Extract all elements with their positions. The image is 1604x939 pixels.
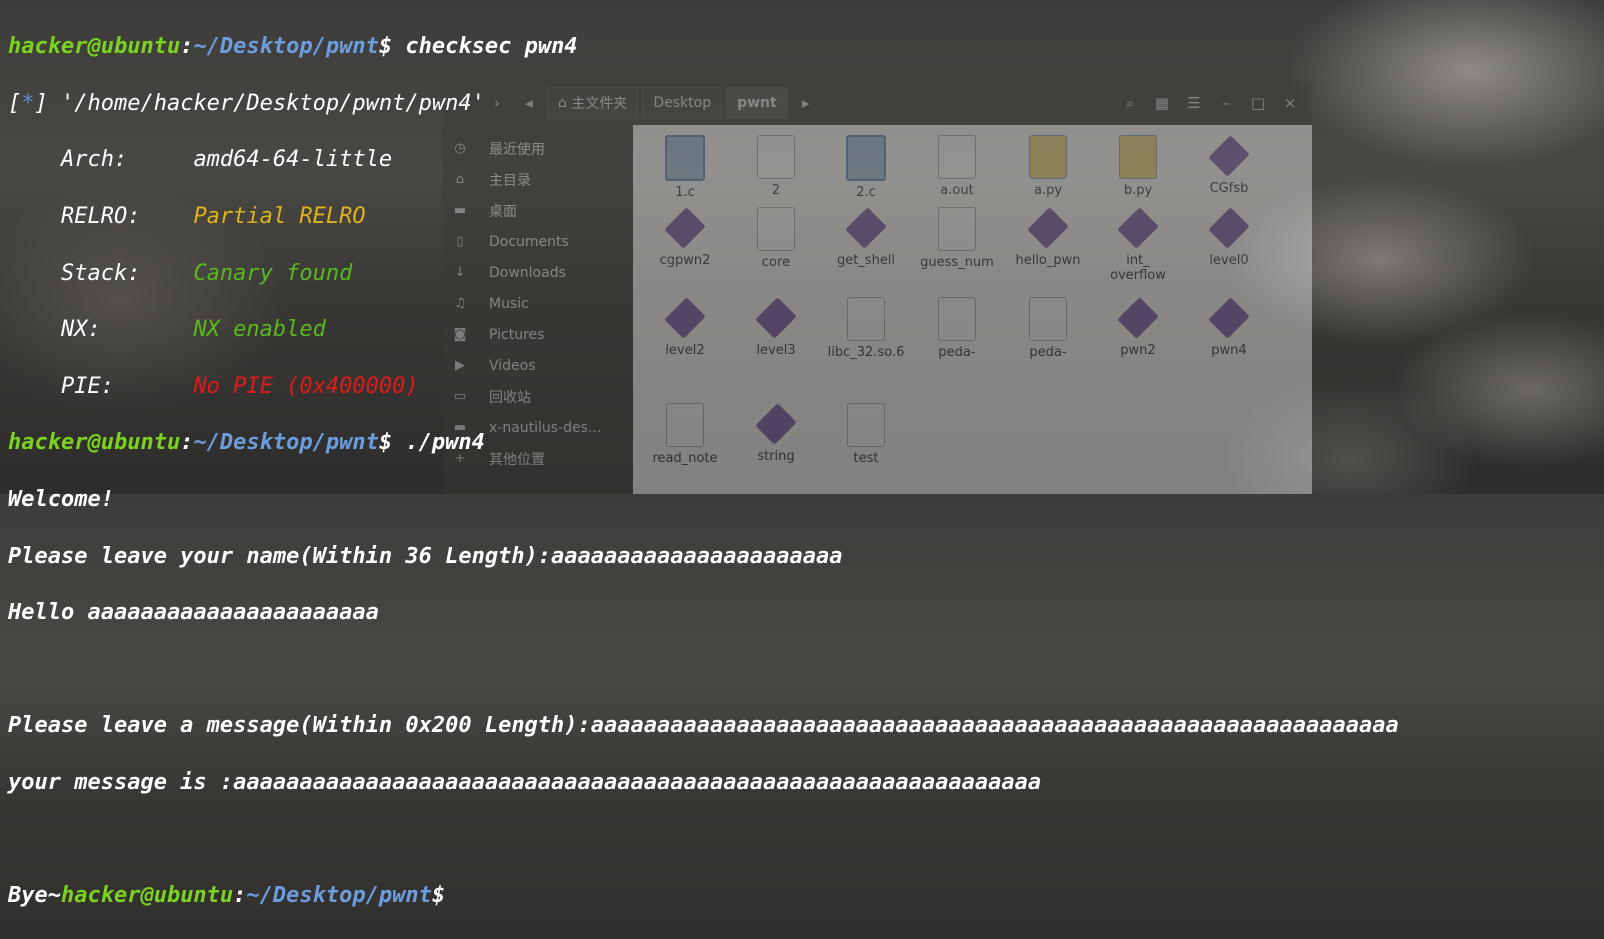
- checksec-path: ] '/home/hacker/Desktop/pwnt/pwn4': [34, 90, 485, 116]
- prompt-sign: $: [378, 34, 393, 60]
- prompt-sign: $: [378, 430, 393, 456]
- terminal-line: Please leave a message(Within 0x200 Leng…: [8, 712, 1604, 740]
- terminal[interactable]: hacker@ubuntu:~/Desktop/pwnt$ checksec p…: [0, 0, 1604, 908]
- output-text: Hello aaaaaaaaaaaaaaaaaaaaaa: [8, 600, 379, 626]
- bracket-open: [: [8, 90, 22, 116]
- pie-label: PIE:: [8, 373, 194, 399]
- terminal-line: [*] '/home/hacker/Desktop/pwnt/pwn4': [8, 90, 1604, 118]
- prompt-sign: $: [431, 883, 446, 909]
- terminal-line: Please leave your name(Within 36 Length)…: [8, 543, 1604, 571]
- relro-value: Partial RELRO: [193, 204, 366, 230]
- output-text: Please leave your name(Within 36 Length)…: [8, 543, 843, 569]
- terminal-line: hacker@ubuntu:~/Desktop/pwnt$ checksec p…: [8, 34, 578, 60]
- prompt-path: ~/Desktop/pwnt: [193, 34, 379, 60]
- output-text: Bye~: [8, 883, 61, 909]
- relro-label: RELRO:: [8, 204, 194, 230]
- prompt-user: hacker@ubuntu: [8, 34, 181, 60]
- stack-value: Canary found: [193, 260, 353, 286]
- output-text: Please leave a message(Within 0x200 Leng…: [8, 713, 1399, 739]
- terminal-line: NX: NX enabled: [8, 316, 1604, 344]
- terminal-line: RELRO: Partial RELRO: [8, 203, 1604, 231]
- terminal-line: Arch: amd64-64-little: [8, 146, 1604, 174]
- prompt-path: ~/Desktop/pwnt: [246, 883, 432, 909]
- nx-label: NX:: [8, 317, 194, 343]
- prompt-path: ~/Desktop/pwnt: [193, 430, 379, 456]
- command-text: ./pwn4: [392, 430, 485, 456]
- output-text: Welcome!: [8, 487, 114, 513]
- terminal-line: PIE: No PIE (0x400000): [8, 373, 1604, 401]
- terminal-line: your message is :aaaaaaaaaaaaaaaaaaaaaaa…: [8, 769, 1604, 797]
- output-text: your message is :aaaaaaaaaaaaaaaaaaaaaaa…: [8, 770, 1042, 796]
- arch-label: Arch:: [8, 147, 194, 173]
- arch-value: amd64-64-little: [193, 147, 393, 173]
- star-marker: *: [21, 90, 35, 116]
- command-text: checksec pwn4: [392, 34, 578, 60]
- terminal-line: Hello aaaaaaaaaaaaaaaaaaaaaa: [8, 599, 1604, 627]
- terminal-line: Stack: Canary found: [8, 260, 1604, 288]
- stack-label: Stack:: [8, 260, 194, 286]
- prompt-user: hacker@ubuntu: [60, 883, 234, 909]
- terminal-line: Welcome!: [8, 486, 1604, 514]
- pie-value: No PIE (0x400000): [193, 373, 419, 399]
- prompt-user: hacker@ubuntu: [8, 430, 181, 456]
- terminal-line: Bye~hacker@ubuntu:~/Desktop/pwnt$: [8, 883, 446, 909]
- terminal-line: hacker@ubuntu:~/Desktop/pwnt$ ./pwn4: [8, 430, 485, 456]
- nx-value: NX enabled: [193, 317, 326, 343]
